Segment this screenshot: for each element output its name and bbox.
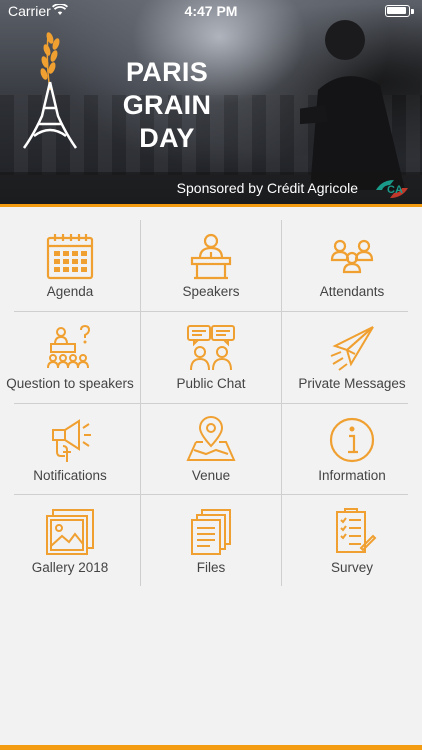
header-accent-line [0,204,422,207]
bottom-accent-bar [0,745,422,750]
menu-item-files[interactable]: Files [141,496,281,588]
menu-item-venue[interactable]: Venue [141,404,281,496]
menu-item-private-messages[interactable]: Private Messages [282,312,422,404]
event-title-line1: PARIS GRAIN [122,57,212,120]
event-title: PARIS GRAIN DAY [92,56,242,155]
menu-item-information[interactable]: Information [282,404,422,496]
question-audience-icon [47,324,91,369]
public-chat-icon [187,325,235,371]
clock: 4:47 PM [184,3,238,19]
speaker-podium-icon [190,233,232,280]
speaker-silhouette [300,20,405,190]
credit-agricole-logo-icon: CA [376,180,408,198]
menu-item-label: Agenda [46,284,94,299]
menu-item-gallery[interactable]: Gallery 2018 [0,496,140,588]
header-banner: Carrier 4:47 PM PARIS GRAIN DAY Sponsore… [0,0,422,206]
menu-item-attendants[interactable]: Attendants [282,220,422,312]
battery-tip [411,9,414,14]
gallery-icon [46,509,94,555]
survey-icon [336,508,377,553]
menu-item-agenda[interactable]: Agenda [0,220,140,312]
calendar-icon [46,234,94,280]
files-icon [191,509,231,555]
menu-item-label: Information [318,468,386,483]
menu-item-label: Speakers [182,284,240,299]
menu-item-speakers[interactable]: Speakers [141,220,281,312]
status-bar: Carrier 4:47 PM [0,0,422,22]
eiffel-wheat-logo-icon [22,32,78,149]
menu-item-survey[interactable]: Survey [282,496,422,588]
menu-item-label: Public Chat [176,376,246,391]
svg-text:CA: CA [387,184,403,196]
paper-plane-icon [330,326,374,371]
menu-item-label: Gallery 2018 [31,560,109,575]
menu-item-question-to-speakers[interactable]: Question to speakers [0,312,140,404]
menu-item-label: Question to speakers [6,376,134,391]
battery-icon [385,5,410,17]
menu-item-label: Notifications [33,468,107,483]
attendants-icon [330,239,374,274]
sponsor-label: Sponsored by Crédit Agricole [176,180,358,196]
menu-item-label: Venue [191,468,231,483]
info-icon [329,417,375,463]
menu-item-public-chat[interactable]: Public Chat [141,312,281,404]
menu-item-label: Files [196,560,226,575]
menu-item-label: Survey [330,560,374,575]
menu-item-notifications[interactable]: Notifications [0,404,140,496]
megaphone-icon [52,419,91,462]
menu-item-label: Attendants [319,284,385,299]
map-pin-icon [186,416,236,461]
menu-item-label: Private Messages [298,376,406,391]
event-title-line2: DAY [139,123,195,153]
